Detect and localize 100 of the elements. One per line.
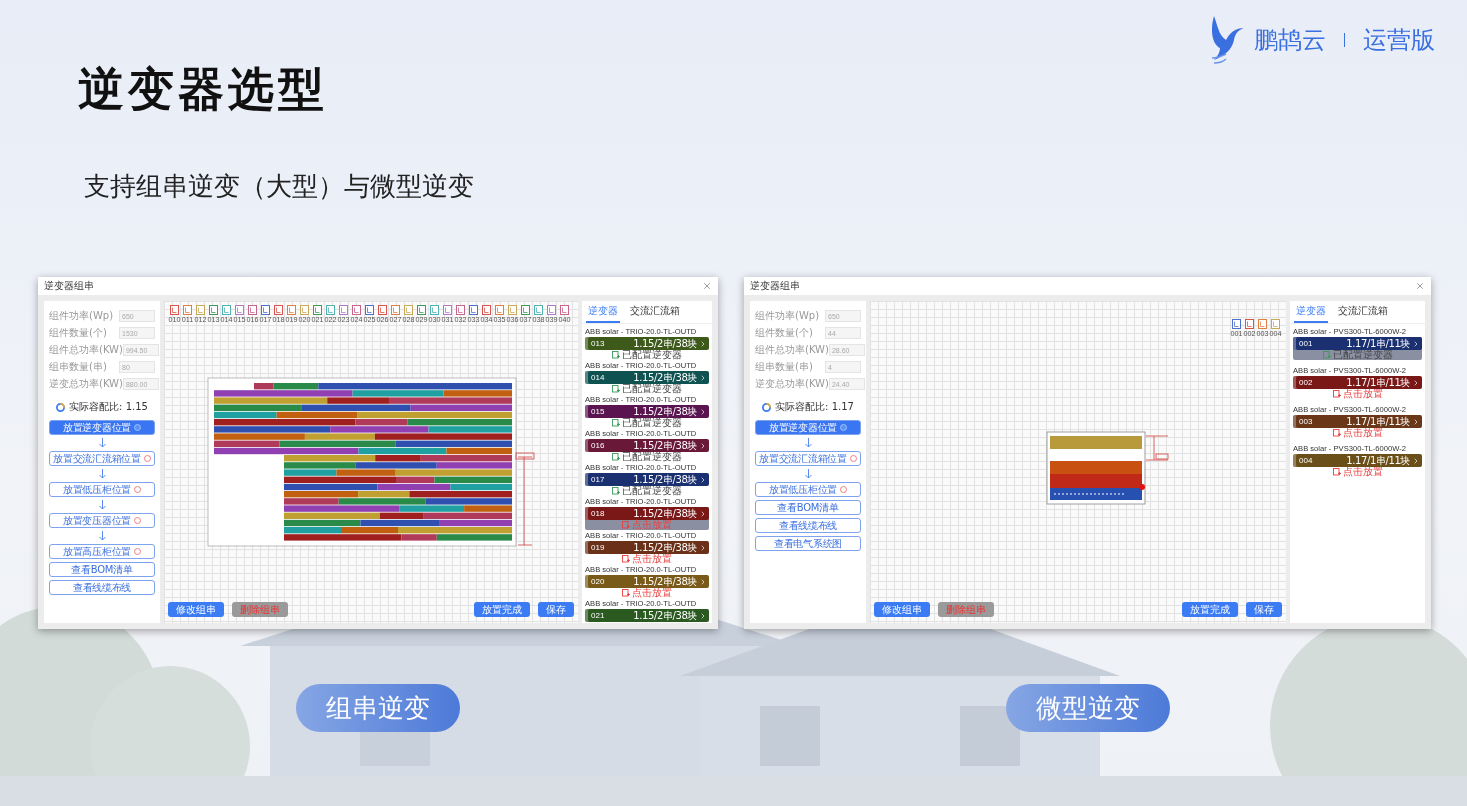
field-label: 组串数量(串) xyxy=(49,360,107,374)
step-button[interactable]: 放置变压器位置 xyxy=(49,513,155,528)
file-icon[interactable] xyxy=(391,305,400,315)
file-icon[interactable] xyxy=(482,305,491,315)
action-button[interactable]: 保存 xyxy=(538,602,574,617)
arrow-down-icon xyxy=(804,469,812,479)
field-label: 组件功率(Wp) xyxy=(755,309,820,323)
inverter-button[interactable]: 018 1.15/2串/38块 xyxy=(585,507,709,520)
file-icon[interactable] xyxy=(196,305,205,315)
inverter-button[interactable]: 003 1.17/1串/11块 xyxy=(1293,415,1422,428)
chevron-right-icon xyxy=(1412,456,1420,465)
file-icon[interactable] xyxy=(313,305,322,315)
status-text: 已配置逆变器 xyxy=(622,350,682,360)
chevron-right-icon xyxy=(699,373,707,382)
inverter-button[interactable]: 002 1.17/1串/11块 xyxy=(1293,376,1422,389)
inverter-button[interactable]: 015 1.15/2串/38块 xyxy=(585,405,709,418)
close-icon[interactable] xyxy=(702,281,712,291)
file-icon[interactable] xyxy=(261,305,270,315)
file-icon[interactable] xyxy=(287,305,296,315)
inverter-button[interactable]: 016 1.15/2串/38块 xyxy=(585,439,709,452)
status-text: 点击放置 xyxy=(1342,428,1383,438)
inverter-button[interactable]: 001 1.17/1串/11块 xyxy=(1293,337,1422,350)
view-button[interactable]: 查看线缆布线 xyxy=(755,518,861,533)
field-label: 组件总功率(KW) xyxy=(755,343,829,357)
file-icon[interactable] xyxy=(495,305,504,315)
file-icon[interactable] xyxy=(339,305,348,315)
field-label: 组件总功率(KW) xyxy=(49,343,123,357)
file-icon[interactable] xyxy=(365,305,374,315)
inverter-button[interactable]: 017 1.15/2串/38块 xyxy=(585,473,709,486)
file-icon[interactable] xyxy=(235,305,244,315)
pie-chart-icon xyxy=(762,402,772,412)
brand-name: 鹏鸪云 xyxy=(1254,25,1326,56)
chevron-right-icon xyxy=(1412,339,1420,348)
chevron-right-icon xyxy=(1412,378,1420,387)
chevron-right-icon xyxy=(699,441,707,450)
view-button[interactable]: 查看BOM清单 xyxy=(49,562,155,577)
status-text: 点击放置 xyxy=(632,554,672,564)
file-icon[interactable] xyxy=(417,305,426,315)
file-icon[interactable] xyxy=(183,305,192,315)
file-icon[interactable] xyxy=(547,305,556,315)
action-button[interactable]: 修改组串 xyxy=(168,602,224,617)
chevron-right-icon xyxy=(699,339,707,348)
step-button[interactable]: 放置高压柜位置 xyxy=(49,544,155,559)
tab[interactable]: 交流汇流箱 xyxy=(628,301,682,323)
file-icon[interactable] xyxy=(508,305,517,315)
action-button[interactable]: 修改组串 xyxy=(874,602,930,617)
view-button[interactable]: 查看BOM清单 xyxy=(755,500,861,515)
step-button[interactable]: 放置交流汇流箱位置 xyxy=(755,451,861,466)
inverter-button[interactable]: 014 1.15/2串/38块 xyxy=(585,371,709,384)
file-icon[interactable] xyxy=(430,305,439,315)
step-button[interactable]: 放置交流汇流箱位置 xyxy=(49,451,155,466)
step-button[interactable]: 放置低压柜位置 xyxy=(755,482,861,497)
tab[interactable]: 逆变器 xyxy=(1294,301,1328,323)
inverter-button[interactable]: 021 1.15/2串/38块 xyxy=(585,609,709,622)
tab[interactable]: 交流汇流箱 xyxy=(1336,301,1390,323)
inverter-button[interactable]: 020 1.15/2串/38块 xyxy=(585,575,709,588)
action-button[interactable]: 放置完成 xyxy=(474,602,530,617)
file-icon[interactable] xyxy=(1245,319,1254,329)
file-icon[interactable] xyxy=(352,305,361,315)
view-button[interactable]: 查看线缆布线 xyxy=(49,580,155,595)
inverter-button[interactable]: 013 1.15/2串/38块 xyxy=(585,337,709,350)
file-icon[interactable] xyxy=(560,305,569,315)
inverter-button[interactable]: 019 1.15/2串/38块 xyxy=(585,541,709,554)
file-icon[interactable] xyxy=(534,305,543,315)
close-icon[interactable] xyxy=(1415,281,1425,291)
file-icon[interactable] xyxy=(1232,319,1241,329)
file-icon[interactable] xyxy=(1258,319,1267,329)
chevron-right-icon xyxy=(699,407,707,416)
file-icon[interactable] xyxy=(274,305,283,315)
view-button[interactable]: 查看电气系统图 xyxy=(755,536,861,551)
file-icon[interactable] xyxy=(1271,319,1280,329)
file-icon[interactable] xyxy=(326,305,335,315)
file-icon[interactable] xyxy=(222,305,231,315)
step-button[interactable]: 放置逆变器位置 xyxy=(49,420,155,435)
file-icon[interactable] xyxy=(404,305,413,315)
file-icon[interactable] xyxy=(248,305,257,315)
file-icon[interactable] xyxy=(170,305,179,315)
file-icon[interactable] xyxy=(378,305,387,315)
file-icon[interactable] xyxy=(469,305,478,315)
step-button[interactable]: 放置低压柜位置 xyxy=(49,482,155,497)
step-button[interactable]: 放置逆变器位置 xyxy=(755,420,861,435)
arrow-down-icon xyxy=(804,438,812,448)
field-label: 组件功率(Wp) xyxy=(49,309,114,323)
inverter-button[interactable]: 004 1.17/1串/11块 xyxy=(1293,454,1422,467)
chevron-right-icon xyxy=(1412,417,1420,426)
file-icon[interactable] xyxy=(300,305,309,315)
file-icon[interactable] xyxy=(209,305,218,315)
status-text: 点击放置 xyxy=(632,588,672,598)
status-text: 已配置逆变器 xyxy=(622,452,682,462)
action-button[interactable]: 保存 xyxy=(1246,602,1282,617)
field-label: 组件数量(个) xyxy=(755,326,813,340)
status-text: 已配置逆变器 xyxy=(622,384,682,394)
file-icon[interactable] xyxy=(443,305,452,315)
file-icon[interactable] xyxy=(521,305,530,315)
action-button[interactable]: 放置完成 xyxy=(1182,602,1238,617)
tab[interactable]: 逆变器 xyxy=(586,301,620,323)
arrow-down-icon xyxy=(98,531,106,541)
field-label: 组串数量(串) xyxy=(755,360,813,374)
caption-label: 微型逆变 xyxy=(1005,684,1170,732)
file-icon[interactable] xyxy=(456,305,465,315)
